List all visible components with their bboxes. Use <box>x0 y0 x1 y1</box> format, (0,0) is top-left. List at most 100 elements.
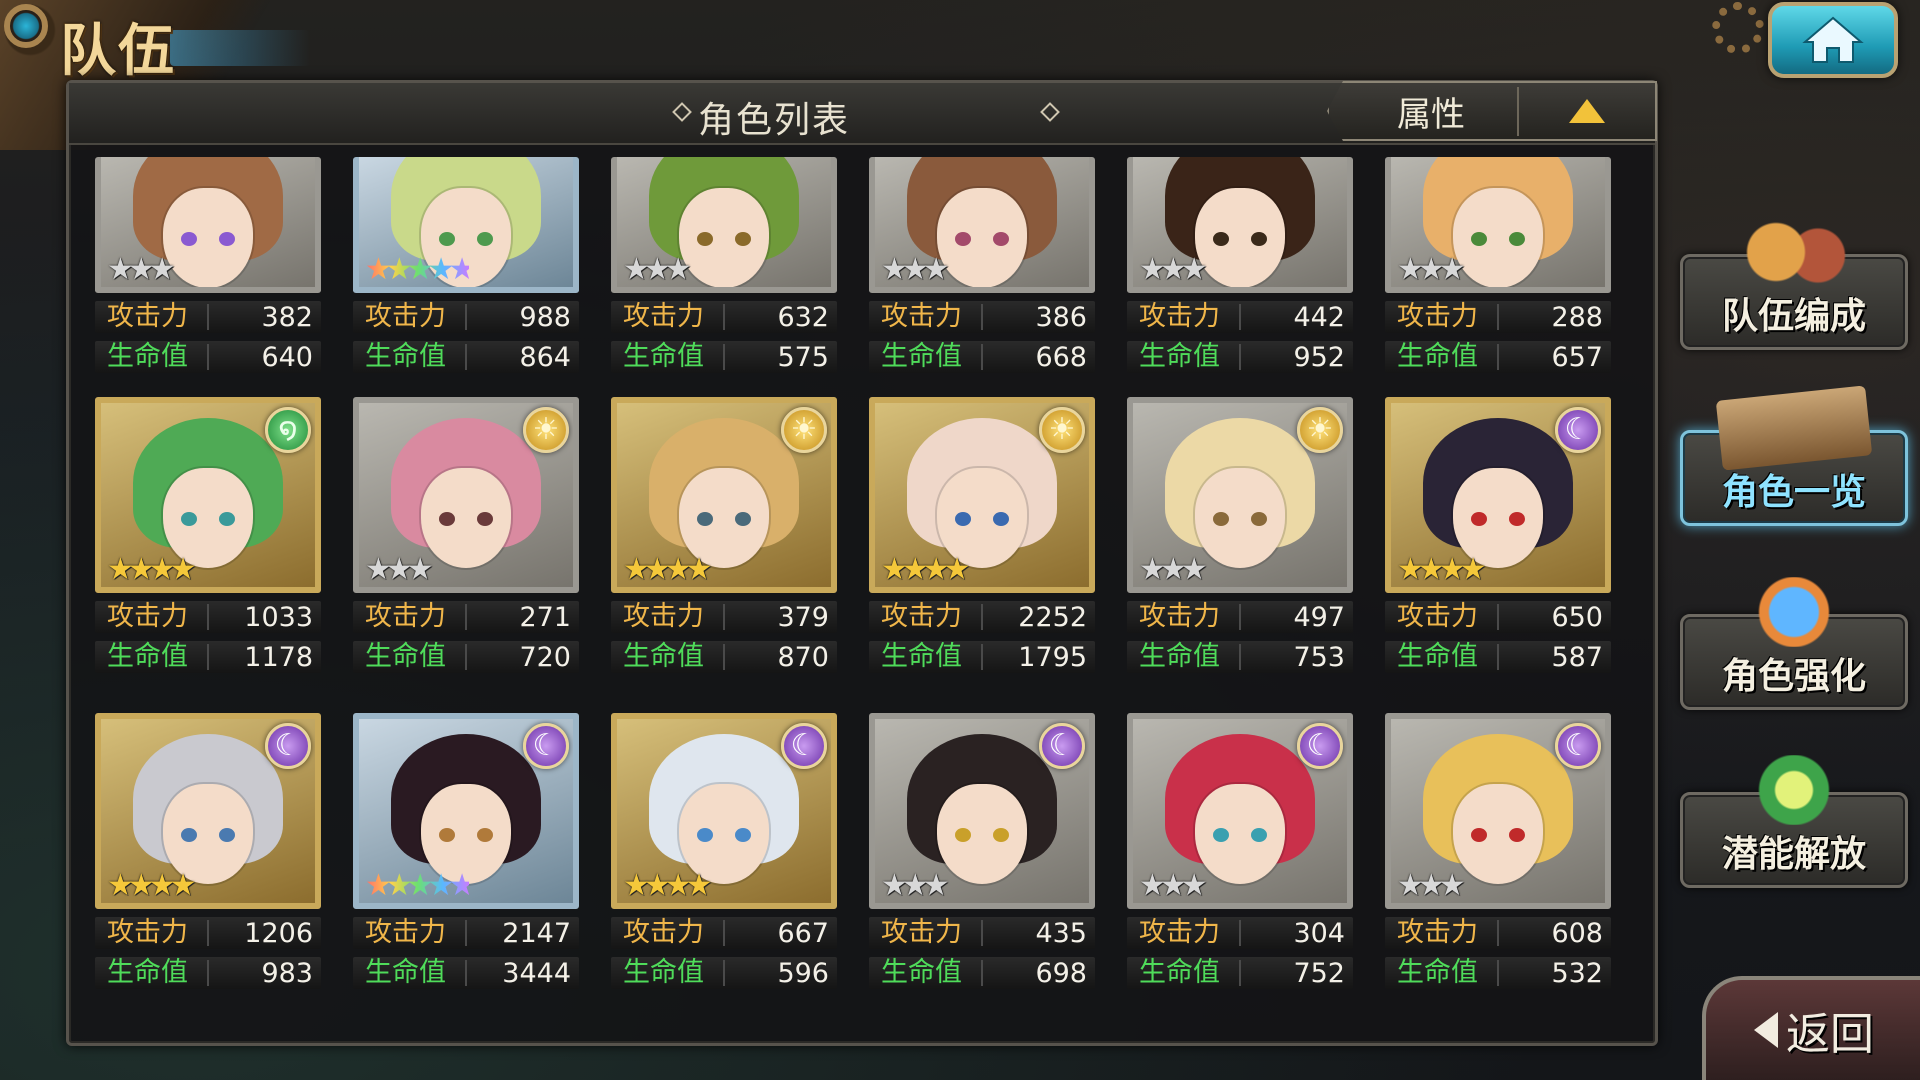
character-portrait[interactable]: ☾ ★★★★★ <box>353 713 579 909</box>
character-card[interactable]: ☾ ★★★★★ 攻击力 2147 生命值 3444 <box>353 713 579 1007</box>
attack-label: 攻击力 <box>353 301 467 332</box>
character-card[interactable]: ☾ ★★★ 攻击力 608 生命值 532 <box>1385 713 1611 1007</box>
character-portrait[interactable]: ☀ ★★★ <box>1127 397 1353 593</box>
character-portrait[interactable]: ☀ ★★★★ <box>869 397 1095 593</box>
side-menu-team-button[interactable]: 队伍编成 <box>1680 217 1908 350</box>
character-face <box>421 468 511 569</box>
star-rating: ★★★ <box>1139 552 1208 587</box>
character-card[interactable]: ☀ ★★★ 攻击力 271 生命值 720 <box>353 397 579 691</box>
character-card[interactable]: ☾ ★★★ 攻击力 435 生命值 698 <box>869 713 1095 1007</box>
star-rating: ★★★★ <box>107 552 197 587</box>
sort-attribute-button[interactable]: 属性 <box>1329 86 1519 136</box>
character-card[interactable]: ★★★ 攻击力 632 生命值 575 <box>611 157 837 375</box>
character-portrait[interactable]: ☾ ★★★★ <box>1385 397 1611 593</box>
sort-order-toggle[interactable] <box>1519 99 1655 123</box>
side-menu-label: 角色强化 <box>1721 656 1866 697</box>
hp-value: 720 <box>519 641 571 673</box>
star-rating: ★★★ <box>107 252 176 287</box>
hp-stat-row: 生命值 1795 <box>869 641 1095 673</box>
character-card[interactable]: ★★★ 攻击力 442 生命值 952 <box>1127 157 1353 375</box>
character-portrait[interactable]: ★★★ <box>869 157 1095 293</box>
character-card[interactable]: ☀ ★★★★ 攻击力 2252 生命值 1795 <box>869 397 1095 691</box>
side-menu-upgrade-button[interactable]: 角色强化 <box>1680 577 1908 710</box>
attack-value: 435 <box>1035 917 1087 949</box>
character-face <box>937 187 1027 287</box>
character-card[interactable]: ☾ ★★★★ 攻击力 1206 生命值 983 <box>95 713 321 1007</box>
hp-value: 752 <box>1293 957 1345 989</box>
hp-label: 生命值 <box>353 641 467 672</box>
character-portrait[interactable]: ★★★ <box>611 157 837 293</box>
hp-value: 657 <box>1551 341 1603 373</box>
attack-label: 攻击力 <box>1385 601 1499 632</box>
attack-value: 632 <box>777 301 829 333</box>
hp-value: 1178 <box>244 641 313 673</box>
hp-value: 587 <box>1551 641 1603 673</box>
hp-stat-row: 生命值 3444 <box>353 957 579 989</box>
attack-value: 608 <box>1551 917 1603 949</box>
side-menu-label: 角色一览 <box>1721 472 1866 513</box>
side-menu-potential-button[interactable]: 潜能解放 <box>1680 755 1908 888</box>
character-card[interactable]: ★★★ 攻击力 288 生命值 657 <box>1385 157 1611 375</box>
hp-value: 575 <box>777 341 829 373</box>
triangle-up-icon <box>1569 99 1605 123</box>
hp-value: 596 <box>777 957 829 989</box>
character-portrait[interactable]: ☾ ★★★ <box>1385 713 1611 909</box>
wind-attribute-icon: ໑ <box>265 407 311 453</box>
character-card[interactable]: ☾ ★★★ 攻击力 304 生命值 752 <box>1127 713 1353 1007</box>
hp-stat-row: 生命值 657 <box>1385 341 1611 373</box>
character-face <box>163 187 253 287</box>
home-button[interactable] <box>1768 2 1898 78</box>
character-portrait[interactable]: ☀ ★★★★ <box>611 397 837 593</box>
character-portrait[interactable]: ★★★ <box>1127 157 1353 293</box>
back-arrow-icon <box>1754 1012 1778 1048</box>
hp-value: 983 <box>261 957 313 989</box>
hp-value: 668 <box>1035 341 1087 373</box>
character-card[interactable]: ☾ ★★★★ 攻击力 650 生命值 587 <box>1385 397 1611 691</box>
attack-label: 攻击力 <box>353 917 467 948</box>
star-rating: ★★★★★ <box>365 252 476 287</box>
hp-stat-row: 生命值 698 <box>869 957 1095 989</box>
attack-stat-row: 攻击力 497 <box>1127 601 1353 633</box>
character-portrait[interactable]: ☾ ★★★★ <box>95 713 321 909</box>
hp-stat-row: 生命值 864 <box>353 341 579 373</box>
hp-value: 532 <box>1551 957 1603 989</box>
side-menu-book-button[interactable]: 角色一览 <box>1680 385 1908 526</box>
hp-value: 753 <box>1293 641 1345 673</box>
back-button[interactable]: 返回 <box>1702 976 1920 1080</box>
character-face <box>1453 187 1543 287</box>
character-portrait[interactable]: ★★★★★ <box>353 157 579 293</box>
hp-stat-row: 生命值 870 <box>611 641 837 673</box>
character-portrait[interactable]: ☾ ★★★ <box>1127 713 1353 909</box>
character-portrait[interactable]: ★★★ <box>95 157 321 293</box>
character-card[interactable]: ໑ ★★★★ 攻击力 1033 生命值 1178 <box>95 397 321 691</box>
character-card[interactable]: ☾ ★★★★ 攻击力 667 生命值 596 <box>611 713 837 1007</box>
attack-stat-row: 攻击力 442 <box>1127 301 1353 333</box>
character-card[interactable]: ★★★★★ 攻击力 988 生命值 864 <box>353 157 579 375</box>
attack-label: 攻击力 <box>95 601 209 632</box>
hp-label: 生命值 <box>611 957 725 988</box>
attack-label: 攻击力 <box>611 301 725 332</box>
character-portrait[interactable]: ☀ ★★★ <box>353 397 579 593</box>
character-portrait[interactable]: ☾ ★★★★ <box>611 713 837 909</box>
hp-value: 1795 <box>1018 641 1087 673</box>
character-card[interactable]: ☀ ★★★ 攻击力 497 生命值 753 <box>1127 397 1353 691</box>
sort-control[interactable]: 属性 <box>1327 81 1657 141</box>
character-card[interactable]: ★★★ 攻击力 386 生命值 668 <box>869 157 1095 375</box>
character-card[interactable]: ☀ ★★★★ 攻击力 379 生命值 870 <box>611 397 837 691</box>
hp-value: 870 <box>777 641 829 673</box>
attack-value: 988 <box>519 301 571 333</box>
character-grid: ★★★ 攻击力 382 生命值 640 ★★★★★ 攻击力 988 生命值 864 ★★★ 攻击力 63… <box>95 157 1611 1007</box>
attack-stat-row: 攻击力 386 <box>869 301 1095 333</box>
hp-value: 640 <box>261 341 313 373</box>
hp-label: 生命值 <box>1385 341 1499 372</box>
star-rating: ★★★ <box>1397 252 1466 287</box>
character-portrait[interactable]: ★★★ <box>1385 157 1611 293</box>
attack-value: 1206 <box>244 917 313 949</box>
moon-attribute-icon: ☾ <box>523 723 569 769</box>
character-portrait[interactable]: ☾ ★★★ <box>869 713 1095 909</box>
star-rating: ★★★★ <box>881 552 971 587</box>
hp-stat-row: 生命值 983 <box>95 957 321 989</box>
character-card[interactable]: ★★★ 攻击力 382 生命值 640 <box>95 157 321 375</box>
attack-value: 382 <box>261 301 313 333</box>
character-portrait[interactable]: ໑ ★★★★ <box>95 397 321 593</box>
